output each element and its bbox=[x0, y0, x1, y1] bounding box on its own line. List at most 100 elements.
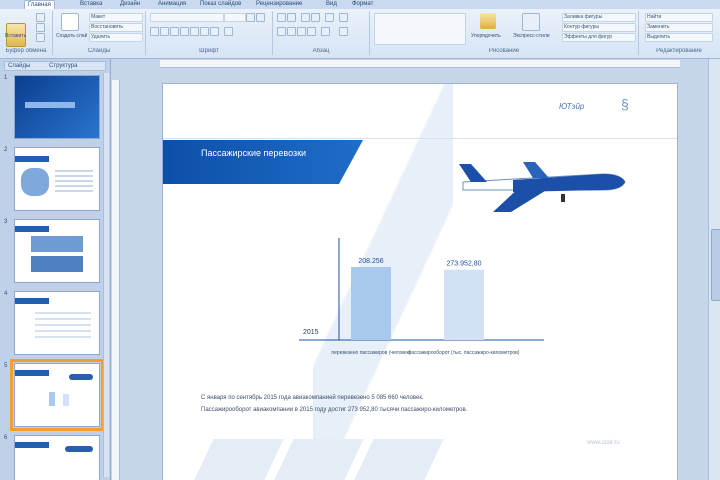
group-label: Рисование bbox=[488, 48, 520, 54]
columns-icon[interactable] bbox=[321, 27, 330, 36]
align-center-icon[interactable] bbox=[287, 27, 296, 36]
font-name-select[interactable] bbox=[150, 13, 224, 22]
ribbon: Главная Вставка Дизайн Анимация Показ сл… bbox=[0, 0, 720, 59]
shape-fill-button[interactable]: Заливка фигуры bbox=[562, 13, 636, 22]
format-painter-icon[interactable] bbox=[36, 33, 45, 42]
align-text-icon[interactable] bbox=[339, 27, 348, 36]
quick-styles-icon[interactable] bbox=[522, 13, 540, 31]
tab-design[interactable]: Дизайн bbox=[120, 0, 140, 8]
font-size-select[interactable] bbox=[224, 13, 246, 22]
tab-review[interactable]: Рецензирование bbox=[256, 0, 302, 8]
bold-icon[interactable] bbox=[150, 27, 159, 36]
thumbnail-photo bbox=[31, 256, 83, 272]
bullets-icon[interactable] bbox=[277, 13, 286, 22]
slides-pane-tabs: Слайды Структура bbox=[4, 61, 106, 71]
arrange-icon[interactable] bbox=[480, 13, 496, 29]
slides-pane: Слайды Структура 1 2 3 4 5 6 bbox=[0, 59, 111, 480]
italic-icon[interactable] bbox=[160, 27, 169, 36]
strikethrough-icon[interactable] bbox=[180, 27, 189, 36]
decrease-indent-icon[interactable] bbox=[301, 13, 310, 22]
slides-pane-scrollbar[interactable] bbox=[103, 73, 109, 477]
underline-icon[interactable] bbox=[170, 27, 179, 36]
chart-year-label: 2015 bbox=[303, 329, 319, 336]
shapes-gallery[interactable] bbox=[374, 13, 466, 45]
select-button[interactable]: Выделить bbox=[645, 33, 713, 42]
thumbnail-title-bar bbox=[25, 102, 75, 108]
group-label: Шрифт bbox=[199, 48, 219, 54]
group-label: Буфер обмена bbox=[5, 48, 47, 54]
align-left-icon[interactable] bbox=[277, 27, 286, 36]
current-slide[interactable]: Пассажирские перевозки ЮТэйр § 2015 208.… bbox=[163, 84, 677, 480]
company-logo-text: ЮТэйр bbox=[559, 102, 585, 111]
thumbnail-plane bbox=[65, 446, 93, 452]
slide-title[interactable]: Пассажирские перевозки bbox=[201, 148, 351, 159]
tab-home[interactable]: Главная bbox=[24, 0, 55, 9]
delete-slide-button[interactable]: Удалить bbox=[89, 33, 143, 42]
slide-body[interactable]: С января по сентябрь 2015 года авиакомпа… bbox=[201, 392, 641, 416]
workspace-scrollbar[interactable] bbox=[708, 59, 720, 480]
case-icon[interactable] bbox=[210, 27, 219, 36]
tab-slideshow[interactable]: Показ слайдов bbox=[200, 0, 241, 8]
thumbnail-photo bbox=[31, 236, 83, 252]
tab-insert[interactable]: Вставка bbox=[80, 0, 102, 8]
chart-bar-2 bbox=[444, 269, 484, 340]
align-right-icon[interactable] bbox=[297, 27, 306, 36]
grow-font-icon[interactable] bbox=[246, 13, 255, 22]
chart-value-label: 273.952,80 bbox=[446, 261, 481, 268]
vertical-ruler bbox=[112, 80, 120, 480]
tab-slides[interactable]: Слайды bbox=[8, 62, 30, 70]
thumbnail-map-image bbox=[21, 168, 49, 196]
shadow-icon[interactable] bbox=[190, 27, 199, 36]
thumbnail-title-bar bbox=[15, 226, 49, 232]
slide-thumbnail-3[interactable] bbox=[14, 219, 100, 283]
replace-button[interactable]: Заменить bbox=[645, 23, 713, 32]
shape-outline-button[interactable]: Контур фигуры bbox=[562, 23, 636, 32]
thumbnail-title-bar bbox=[15, 442, 49, 448]
slide-thumbnail-4[interactable] bbox=[14, 291, 100, 355]
increase-indent-icon[interactable] bbox=[311, 13, 320, 22]
thumbnail-title-bar bbox=[15, 298, 49, 304]
text-direction-icon[interactable] bbox=[339, 13, 348, 22]
cut-icon[interactable] bbox=[36, 13, 45, 22]
thumbnail-title-bar bbox=[15, 156, 49, 162]
tab-outline[interactable]: Структура bbox=[49, 62, 77, 70]
shrink-font-icon[interactable] bbox=[256, 13, 265, 22]
tab-format[interactable]: Формат bbox=[352, 0, 373, 8]
group-clipboard: Вставить Буфер обмена bbox=[0, 11, 53, 55]
thumbnail-text-lines bbox=[55, 170, 93, 194]
group-drawing: Упорядочить Экспресс-стили Заливка фигур… bbox=[370, 11, 639, 55]
numbering-icon[interactable] bbox=[287, 13, 296, 22]
font-color-icon[interactable] bbox=[224, 27, 233, 36]
reset-button[interactable]: Восстановить bbox=[89, 23, 143, 32]
new-slide-icon[interactable] bbox=[61, 13, 79, 31]
slide-number: 4 bbox=[4, 291, 8, 297]
justify-icon[interactable] bbox=[307, 27, 316, 36]
arrange-button[interactable]: Упорядочить bbox=[470, 33, 512, 40]
paste-button[interactable]: Вставить bbox=[4, 33, 32, 40]
body-line: С января по сентябрь 2015 года авиакомпа… bbox=[201, 395, 424, 401]
thumbnail-title-bar bbox=[15, 370, 49, 376]
group-paragraph: Абзац bbox=[273, 11, 370, 55]
slide-number: 3 bbox=[4, 219, 8, 225]
line-spacing-icon[interactable] bbox=[325, 13, 334, 22]
slide-thumbnail-1[interactable] bbox=[14, 75, 100, 139]
layout-button[interactable]: Макет bbox=[89, 13, 143, 22]
slide-number: 2 bbox=[4, 147, 8, 153]
slide-number: 1 bbox=[4, 75, 8, 81]
slide-number: 6 bbox=[4, 435, 8, 441]
slide-thumbnail-2[interactable] bbox=[14, 147, 100, 211]
spacing-icon[interactable] bbox=[200, 27, 209, 36]
new-slide-button[interactable]: Создать слайд bbox=[55, 33, 87, 40]
copy-icon[interactable] bbox=[36, 23, 45, 32]
tab-view[interactable]: Вид bbox=[326, 0, 337, 8]
group-label: Абзац bbox=[312, 48, 330, 54]
quick-styles-button[interactable]: Экспресс-стили bbox=[512, 33, 560, 40]
shape-effects-button[interactable]: Эффекты для фигур bbox=[562, 33, 636, 42]
tab-animation[interactable]: Анимация bbox=[158, 0, 186, 8]
slide-thumbnail-5[interactable] bbox=[10, 359, 104, 431]
ribbon-tab-bar: Главная Вставка Дизайн Анимация Показ сл… bbox=[0, 0, 720, 9]
scrollbar-thumb[interactable] bbox=[711, 229, 720, 301]
find-button[interactable]: Найти bbox=[645, 13, 713, 22]
group-font: Шрифт bbox=[146, 11, 273, 55]
slide-thumbnail-6[interactable] bbox=[14, 435, 100, 480]
